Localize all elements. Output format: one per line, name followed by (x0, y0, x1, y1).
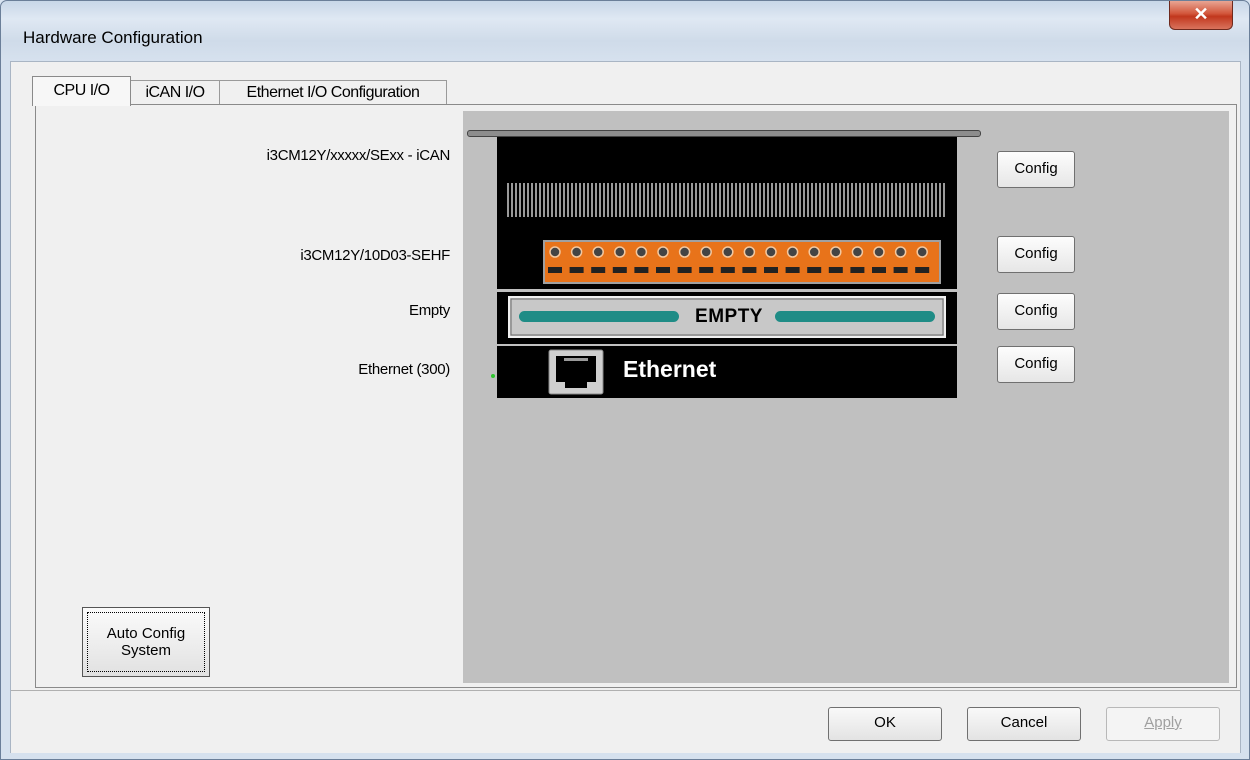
ethernet-module[interactable]: Ethernet (497, 346, 957, 398)
cancel-button[interactable]: Cancel (967, 707, 1081, 741)
close-button[interactable]: ✕ (1169, 1, 1233, 30)
window-title: Hardware Configuration (23, 28, 203, 47)
auto-config-system-button[interactable]: Auto Config System (82, 607, 210, 677)
tab-cpu-io[interactable]: CPU I/O (32, 76, 131, 106)
ethernet-module-text: Ethernet (623, 356, 717, 382)
slot-label-ican: i3CM12Y/xxxxx/SExx - iCAN (266, 147, 451, 164)
apply-button[interactable]: Apply (1106, 707, 1220, 741)
tab-ethernet-io-configuration[interactable]: Ethernet I/O Configuration (219, 80, 447, 105)
auto-config-line1: Auto Config (106, 625, 186, 642)
rj45-port-icon (548, 349, 604, 395)
close-icon: ✕ (1193, 4, 1209, 24)
config-button-ethernet[interactable]: Config (997, 346, 1075, 383)
empty-module-text: EMPTY (695, 306, 763, 327)
cpu-io-panel: i3CM12Y/xxxxx/SExx - iCAN i3CM12Y/10D03-… (35, 104, 1237, 688)
dialog-button-bar: OK Cancel Apply (11, 690, 1240, 753)
rack-area: EMPTY Ethernet Config Config Config Conf… (463, 111, 1229, 683)
vent-stripes (507, 183, 945, 217)
slot-label-empty: Empty (408, 302, 450, 319)
slot-label-ethernet: Ethernet (300) (358, 361, 450, 378)
empty-module[interactable]: EMPTY (497, 292, 957, 344)
title-bar: Hardware Configuration ✕ (1, 1, 1249, 61)
config-button-ican[interactable]: Config (997, 151, 1075, 188)
tab-ican-io[interactable]: iCAN I/O (130, 80, 220, 105)
rack-rail (467, 130, 981, 137)
cpu-module[interactable] (497, 137, 957, 289)
status-led (491, 374, 495, 378)
dialog-client: CPU I/O iCAN I/O Ethernet I/O Configurat… (10, 61, 1241, 753)
ok-button[interactable]: OK (828, 707, 942, 741)
hardware-configuration-window: Hardware Configuration ✕ CPU I/O iCAN I/… (0, 0, 1250, 760)
cpu-module-graphic (507, 183, 945, 284)
config-button-empty[interactable]: Config (997, 293, 1075, 330)
slot-label-10d03: i3CM12Y/10D03-SEHF (300, 247, 450, 264)
config-button-10d03[interactable]: Config (997, 236, 1075, 273)
auto-config-line2: System (120, 642, 171, 659)
